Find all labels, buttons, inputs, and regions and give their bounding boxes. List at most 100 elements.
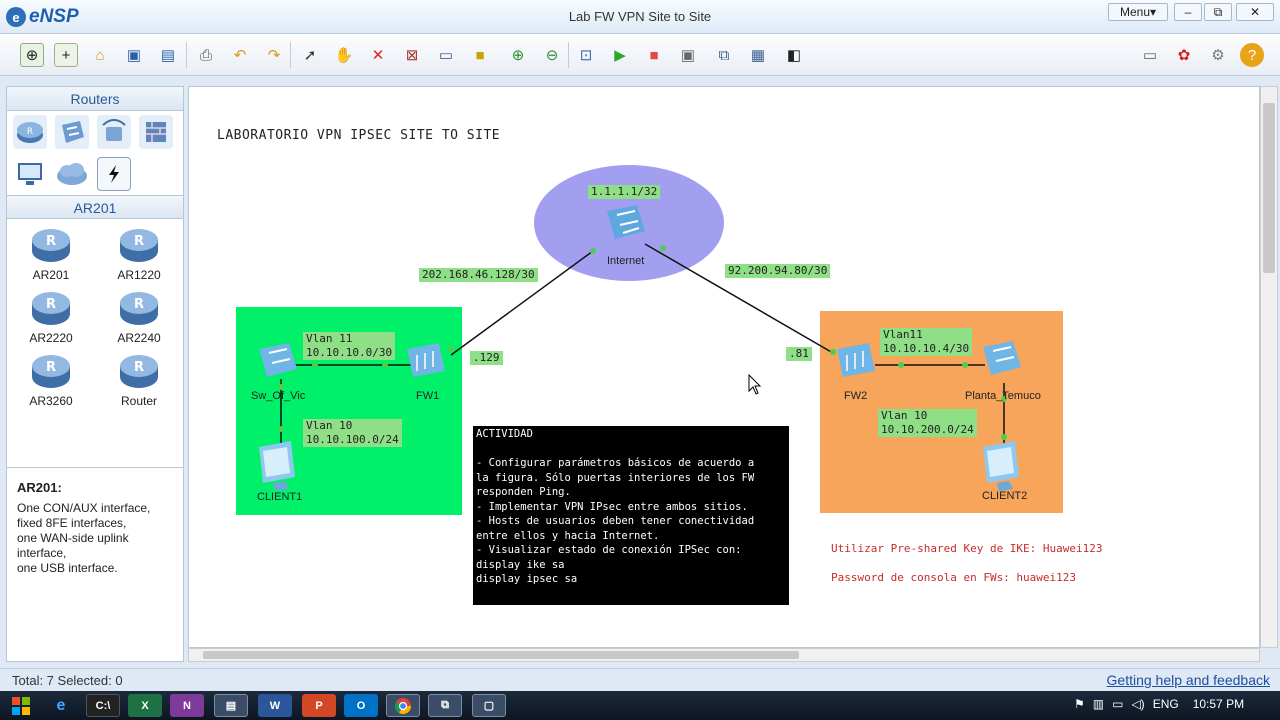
link-internet-fw1 xyxy=(450,250,594,356)
wireless-icon[interactable] xyxy=(97,115,131,149)
outlook-icon[interactable]: O xyxy=(344,694,378,717)
zoom-out-icon[interactable]: ⊖ xyxy=(540,43,564,67)
window-icon[interactable]: ▢ xyxy=(472,694,506,717)
print-icon[interactable]: ⎙ xyxy=(194,43,218,67)
device-ar2240[interactable]: R AR2240 xyxy=(95,290,183,345)
menu-button[interactable]: Menu▾ xyxy=(1108,3,1168,21)
help-icon[interactable]: ? xyxy=(1240,43,1264,67)
clock[interactable]: 10:57 PM xyxy=(1193,697,1244,711)
client1-label: CLIENT1 xyxy=(257,491,303,503)
clear-icon[interactable]: ⊠ xyxy=(400,43,424,67)
word-icon[interactable]: W xyxy=(258,694,292,717)
client2-icon xyxy=(983,441,1019,491)
device-description: AR201: One CON/AUX interface, fixed 8FE … xyxy=(7,467,183,662)
device-label: AR3260 xyxy=(29,394,73,408)
language-indicator[interactable]: ENG xyxy=(1153,697,1179,711)
powerpoint-icon[interactable]: P xyxy=(302,694,336,717)
router-icon: R xyxy=(120,355,158,388)
pan-icon[interactable]: ✋ xyxy=(332,43,356,67)
redo-icon[interactable]: ↷ xyxy=(262,43,286,67)
battery-icon[interactable]: ▭ xyxy=(1112,697,1123,711)
toolbar: ⊕ + ⌂ ▣ ▤ ⎙ ↶ ↷ ➚ ✋ ✕ ⊠ ▭ ■ ⊕ ⊖ ⊡ ▶ ■ ▣ … xyxy=(0,34,1280,76)
save-icon[interactable]: ▣ xyxy=(122,43,146,67)
fw2-icon xyxy=(837,343,875,377)
chat-icon[interactable]: ▭ xyxy=(1138,43,1162,67)
router-icon: R xyxy=(120,229,158,262)
switch-icon[interactable] xyxy=(55,115,89,149)
close-button[interactable]: ✕ xyxy=(1236,3,1274,21)
explorer-icon[interactable]: ▤ xyxy=(214,694,248,717)
planta-temuco-icon xyxy=(983,341,1021,375)
router-icon: R xyxy=(120,292,158,325)
right-vlan10-label: Vlan 10 10.10.200.0/24 xyxy=(878,409,977,437)
device-ar3260[interactable]: R AR3260 xyxy=(7,353,95,408)
topology-icon[interactable]: ⧉ xyxy=(712,43,736,67)
mouse-cursor-icon xyxy=(748,373,762,395)
svg-text:R: R xyxy=(46,297,56,312)
ie-icon[interactable]: e xyxy=(44,694,78,717)
new-topology-icon[interactable]: ⊕ xyxy=(20,43,44,67)
new-file-icon[interactable]: + xyxy=(54,43,78,67)
windows-start-icon[interactable] xyxy=(6,694,36,717)
device-ar2220[interactable]: R AR2220 xyxy=(7,290,95,345)
internet-label: Internet xyxy=(607,255,645,267)
capture-icon[interactable]: ▣ xyxy=(676,43,700,67)
restore-button[interactable]: ⧉ xyxy=(1204,3,1232,21)
device-label: AR1220 xyxy=(117,268,161,282)
pc-icon[interactable] xyxy=(13,157,47,191)
open-icon[interactable]: ⌂ xyxy=(88,43,112,67)
text-icon[interactable]: ▭ xyxy=(434,43,458,67)
topology-canvas[interactable]: LABORATORIO VPN IPSEC SITE TO SITE 1.1.1… xyxy=(188,86,1260,648)
fw2-ip-label: .81 xyxy=(786,347,812,361)
onenote-icon[interactable]: N xyxy=(170,694,204,717)
left-vlan11-label: Vlan 11 10.10.10.0/30 xyxy=(303,332,396,360)
svg-text:R: R xyxy=(46,360,56,375)
grid-icon[interactable]: ▦ xyxy=(746,43,770,67)
settings-icon[interactable]: ⚙ xyxy=(1206,43,1230,67)
device-label: Router xyxy=(120,394,158,408)
device-title: AR201 xyxy=(7,195,183,219)
network-icon[interactable]: ▥ xyxy=(1093,697,1104,711)
device-router[interactable]: R Router xyxy=(95,353,183,408)
category-icons-2 xyxy=(7,153,183,195)
device-panel: Routers R AR201 R AR201 R AR1220 R AR2220 R AR2… xyxy=(6,86,184,662)
status-bar: Total: 7 Selected: 0 Getting help and fe… xyxy=(0,668,1280,690)
save-as-icon[interactable]: ▤ xyxy=(156,43,180,67)
help-feedback-link[interactable]: Getting help and feedback xyxy=(1107,672,1270,688)
console-password-note: Password de consola en FWs: huawei123 xyxy=(831,571,1077,584)
horizontal-scrollbar[interactable] xyxy=(188,648,1260,662)
device-ar1220[interactable]: R AR1220 xyxy=(95,227,183,282)
category-title: Routers xyxy=(7,87,183,111)
huawei-icon[interactable]: ✿ xyxy=(1172,43,1196,67)
svg-text:R: R xyxy=(134,297,144,312)
excel-icon[interactable]: X xyxy=(128,694,162,717)
cloud-icon[interactable] xyxy=(55,157,89,191)
device-ar201[interactable]: R AR201 xyxy=(7,227,95,282)
system-tray: ⚑ ▥ ▭ ◁) ENG 10:57 PM xyxy=(1074,697,1244,711)
ensp-icon[interactable]: ⧉ xyxy=(428,694,462,717)
vertical-scrollbar[interactable] xyxy=(1260,86,1278,648)
device-label: AR2240 xyxy=(117,331,161,345)
fit-icon[interactable]: ⊡ xyxy=(574,43,598,67)
link-icon[interactable] xyxy=(97,157,131,191)
stop-icon[interactable]: ■ xyxy=(642,43,666,67)
pointer-icon[interactable]: ➚ xyxy=(298,43,322,67)
svg-text:R: R xyxy=(134,234,144,249)
router-icon[interactable]: R xyxy=(13,115,47,149)
chrome-icon[interactable] xyxy=(386,694,420,717)
right-vlan11-label: Vlan11 10.10.10.4/30 xyxy=(880,328,973,356)
link-internet-fw2 xyxy=(644,243,834,354)
client1-icon xyxy=(259,441,295,491)
minimize-button[interactable]: – xyxy=(1174,3,1202,21)
start-icon[interactable]: ▶ xyxy=(608,43,632,67)
ike-key-note: Utilizar Pre-shared Key de IKE: Huawei12… xyxy=(831,542,1103,555)
rectangle-icon[interactable]: ■ xyxy=(468,43,492,67)
cmd-icon[interactable]: C:\ xyxy=(86,694,120,717)
console-icon[interactable]: ◧ xyxy=(782,43,806,67)
zoom-in-icon[interactable]: ⊕ xyxy=(506,43,530,67)
undo-icon[interactable]: ↶ xyxy=(228,43,252,67)
firewall-icon[interactable] xyxy=(139,115,173,149)
volume-icon[interactable]: ◁) xyxy=(1131,697,1144,711)
delete-icon[interactable]: ✕ xyxy=(366,43,390,67)
flag-icon[interactable]: ⚑ xyxy=(1074,697,1085,711)
